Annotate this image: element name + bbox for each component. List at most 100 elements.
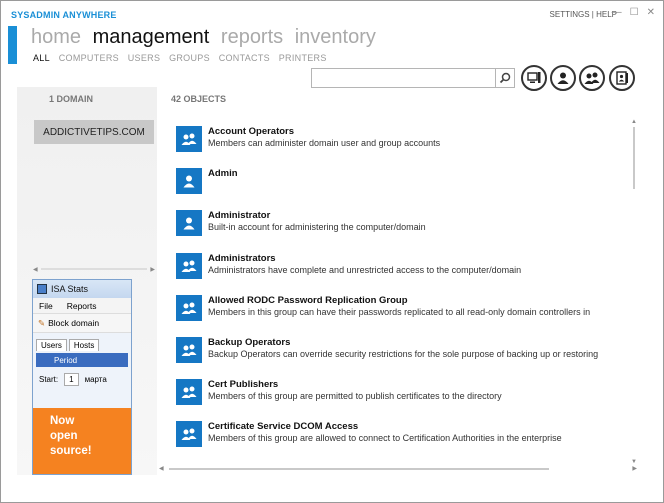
- group-icon: [176, 126, 202, 152]
- search-button[interactable]: [495, 68, 515, 88]
- search-input[interactable]: [311, 68, 499, 88]
- ad-tab-users: Users: [36, 339, 67, 351]
- objects-count: 42 OBJECTS: [171, 94, 227, 104]
- promo-line: Now: [50, 415, 75, 427]
- item-description: Backup Operators can override security r…: [208, 348, 599, 359]
- item-name: Administrators: [208, 252, 276, 264]
- subnav-groups[interactable]: GROUPS: [169, 53, 210, 63]
- domain-item[interactable]: ADDICTIVETIPS.COM: [34, 120, 154, 144]
- accent-bar: [8, 26, 17, 64]
- list-item[interactable]: Account Operators Members can administer…: [171, 121, 629, 163]
- item-name: Admin: [208, 168, 238, 180]
- main-nav: home management reports inventory: [31, 26, 382, 49]
- minimize-icon[interactable]: —: [612, 7, 622, 18]
- nav-reports[interactable]: reports: [221, 26, 283, 48]
- scroll-thumb[interactable]: [633, 127, 635, 189]
- close-icon[interactable]: ✕: [647, 7, 655, 18]
- user-icon: [176, 168, 202, 195]
- subnav-printers[interactable]: PRINTERS: [279, 53, 327, 63]
- add-user-button[interactable]: [550, 65, 576, 91]
- ad-title-text: ISA Stats: [51, 284, 89, 294]
- item-name: Backup Operators: [208, 336, 291, 348]
- ad-start-label: Start:: [39, 375, 59, 384]
- ad-menu-file: File: [39, 300, 53, 311]
- promo-line: source!: [50, 445, 92, 457]
- add-contact-button[interactable]: [609, 65, 635, 91]
- scroll-track: [41, 268, 147, 270]
- app-window: SYSADMIN ANYWHERE SETTINGS | HELP — ☐ ✕ …: [0, 0, 664, 503]
- item-description: Members can administer domain user and g…: [208, 138, 441, 148]
- scroll-right-icon[interactable]: ▶: [150, 266, 155, 273]
- ad-start-value: 1: [64, 373, 79, 386]
- item-description: Members in this group can have their pas…: [208, 306, 591, 317]
- objects-horizontal-scrollbar[interactable]: ◀ ▶: [159, 465, 637, 473]
- app-title: SYSADMIN ANYWHERE: [11, 10, 117, 20]
- item-name: Administrator: [208, 210, 271, 222]
- user-icon: [176, 210, 202, 237]
- item-name: Cert Publishers: [208, 379, 279, 391]
- ad-block-domain: Block domain: [48, 318, 100, 328]
- computer-icon: [527, 72, 541, 83]
- domain-count: 1 DOMAIN: [49, 94, 94, 104]
- sub-nav: ALL COMPUTERS USERS GROUPS CONTACTS PRIN…: [33, 53, 333, 63]
- subnav-contacts[interactable]: CONTACTS: [219, 53, 270, 63]
- app-window-icon: [37, 284, 47, 294]
- left-pane-scrollbar[interactable]: ◀ ▶: [33, 266, 155, 273]
- item-name: Certificate Service DCOM Access: [208, 421, 359, 433]
- item-description: Members of this group are allowed to con…: [208, 433, 562, 444]
- item-description: Administrators have complete and unrestr…: [208, 264, 522, 275]
- group-icon: [176, 252, 202, 279]
- objects-list: Account Operators Members can administer…: [171, 121, 629, 461]
- ad-menubar: File Reports: [33, 298, 131, 314]
- item-name: Account Operators: [208, 126, 295, 137]
- maximize-icon[interactable]: ☐: [630, 7, 639, 18]
- promo-line: open: [50, 430, 78, 442]
- nav-management[interactable]: management: [93, 26, 210, 48]
- list-item[interactable]: Administrators Administrators have compl…: [171, 248, 629, 290]
- add-group-button[interactable]: [579, 65, 605, 91]
- ad-window-title: ISA Stats: [33, 280, 131, 298]
- list-item[interactable]: Certificate Service DCOM Access Members …: [171, 416, 629, 458]
- scroll-thumb[interactable]: [169, 468, 549, 470]
- list-item[interactable]: Cert Publishers Members of this group ar…: [171, 374, 629, 416]
- ad-toolbar: ✎ Block domain: [33, 314, 131, 333]
- ad-tabs: Users Hosts: [33, 333, 131, 351]
- list-item[interactable]: Allowed RODC Password Replication Group …: [171, 290, 629, 332]
- group-icon: [584, 72, 600, 84]
- group-icon: [176, 336, 202, 363]
- scroll-up-icon[interactable]: ▲: [631, 119, 637, 125]
- ad-start-month: марта: [84, 375, 107, 384]
- ad-promo-banner[interactable]: Now open source!: [33, 408, 131, 474]
- list-item[interactable]: Backup Operators Backup Operators can ov…: [171, 332, 629, 374]
- block-icon: ✎: [38, 317, 46, 328]
- nav-inventory[interactable]: inventory: [295, 26, 376, 48]
- ad-tab-hosts: Hosts: [68, 339, 100, 351]
- contact-book-icon: [616, 71, 628, 85]
- list-item[interactable]: Administrator Built-in account for admin…: [171, 205, 629, 247]
- top-links: SETTINGS | HELP: [550, 10, 617, 19]
- objects-vertical-scrollbar[interactable]: ▲ ▼: [630, 119, 638, 465]
- item-name: Allowed RODC Password Replication Group: [208, 294, 408, 306]
- item-description: Built-in account for administering the c…: [208, 222, 426, 233]
- link-separator: |: [591, 10, 594, 19]
- subnav-all[interactable]: ALL: [33, 53, 50, 63]
- ad-menu-reports: Reports: [66, 300, 97, 311]
- group-icon: [176, 421, 202, 448]
- add-computer-button[interactable]: [521, 65, 547, 91]
- nav-home[interactable]: home: [31, 26, 81, 48]
- ad-period-header: Period: [36, 353, 128, 367]
- window-controls: — ☐ ✕: [612, 7, 655, 18]
- item-description: Members of this group are permitted to p…: [208, 391, 502, 402]
- settings-link[interactable]: SETTINGS: [550, 10, 590, 19]
- group-icon: [176, 379, 202, 406]
- ad-start-row: Start: 1 марта: [33, 369, 131, 390]
- list-item[interactable]: Admin: [171, 163, 629, 205]
- isa-stats-ad[interactable]: ISA Stats File Reports ✎ Block domain Us…: [32, 279, 132, 475]
- user-icon: [557, 72, 569, 84]
- scroll-left-icon[interactable]: ◀: [159, 465, 164, 472]
- scroll-right-icon[interactable]: ▶: [632, 465, 637, 472]
- subnav-users[interactable]: USERS: [128, 53, 161, 63]
- scroll-left-icon[interactable]: ◀: [33, 266, 38, 273]
- subnav-computers[interactable]: COMPUTERS: [59, 53, 119, 63]
- search-icon: [499, 72, 511, 84]
